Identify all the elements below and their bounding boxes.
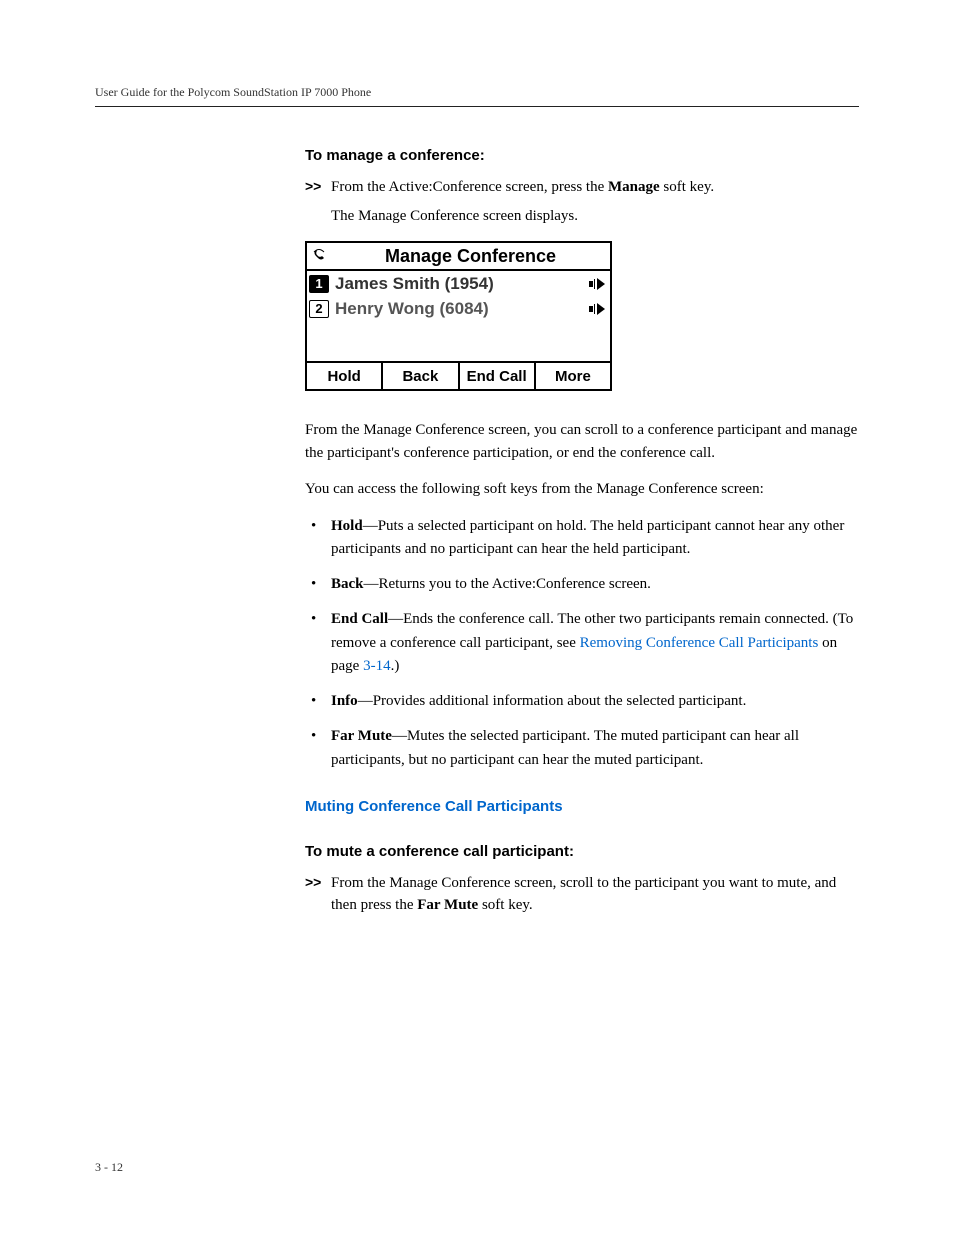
term: Info xyxy=(331,693,358,709)
softkey-name: Far Mute xyxy=(417,897,478,913)
softkey-hold: Hold xyxy=(307,363,383,389)
list-item: Hold—Puts a selected participant on hold… xyxy=(305,515,859,562)
step-text: From the Active:Conference screen, press… xyxy=(331,176,714,199)
list-item: End Call—Ends the conference call. The o… xyxy=(305,608,859,678)
phone-screen-figure: Manage Conference 1 James Smith (1954) 2 xyxy=(305,241,612,391)
softkey-name: Manage xyxy=(608,179,660,195)
softkey-row: Hold Back End Call More xyxy=(307,361,610,389)
bullet-list: Hold—Puts a selected participant on hold… xyxy=(305,515,859,772)
participant-index: 1 xyxy=(309,275,329,293)
softkey-end-call: End Call xyxy=(460,363,536,389)
participant-name: James Smith (1954) xyxy=(335,274,588,294)
step-continuation: The Manage Conference screen displays. xyxy=(331,205,859,228)
screen-title-row: Manage Conference xyxy=(307,243,610,271)
participant-index: 2 xyxy=(309,300,329,318)
softkey-more: More xyxy=(536,363,610,389)
definition: —Puts a selected participant on hold. Th… xyxy=(331,518,844,557)
participant-name: Henry Wong (6084) xyxy=(335,299,588,319)
step-chevrons-icon: >> xyxy=(305,872,331,893)
definition: —Provides additional information about t… xyxy=(358,693,747,709)
step-row: >> From the Active:Conference screen, pr… xyxy=(305,176,859,199)
text-fragment: From the Manage Conference screen, scrol… xyxy=(331,875,836,914)
text-fragment: soft key. xyxy=(660,179,714,195)
procedure-heading-2: To mute a conference call participant: xyxy=(305,843,859,860)
term: Back xyxy=(331,576,364,592)
text-fragment: From the Active:Conference screen, press… xyxy=(331,179,608,195)
document-page: User Guide for the Polycom SoundStation … xyxy=(0,0,954,1235)
header-rule xyxy=(95,106,859,107)
step-chevrons-icon: >> xyxy=(305,176,331,197)
term: Far Mute xyxy=(331,728,392,744)
text-fragment: soft key. xyxy=(478,897,532,913)
list-item: Back—Returns you to the Active:Conferenc… xyxy=(305,573,859,596)
step-row: >> From the Manage Conference screen, sc… xyxy=(305,872,859,917)
screen-empty-area xyxy=(307,321,610,361)
term: End Call xyxy=(331,611,388,627)
procedure-heading-1: To manage a conference: xyxy=(305,147,859,164)
main-content: To manage a conference: >> From the Acti… xyxy=(305,147,859,917)
page-number: 3 - 12 xyxy=(95,1160,123,1175)
participant-row: 1 James Smith (1954) xyxy=(307,271,610,296)
softkey-back: Back xyxy=(383,363,459,389)
cross-reference-link[interactable]: Removing Conference Call Participants xyxy=(580,635,819,651)
term: Hold xyxy=(331,518,363,534)
page-reference-link[interactable]: 3-14 xyxy=(363,658,391,674)
subsection-heading: Muting Conference Call Participants xyxy=(305,798,859,815)
running-header: User Guide for the Polycom SoundStation … xyxy=(95,85,859,100)
text-fragment: .) xyxy=(391,658,400,674)
definition: —Returns you to the Active:Conference sc… xyxy=(364,576,651,592)
screen-title: Manage Conference xyxy=(331,246,610,267)
list-item: Info—Provides additional information abo… xyxy=(305,690,859,713)
participant-row: 2 Henry Wong (6084) xyxy=(307,296,610,321)
handset-icon xyxy=(307,248,331,264)
body-paragraph: From the Manage Conference screen, you c… xyxy=(305,419,859,464)
speaker-icon xyxy=(588,277,606,291)
definition: —Mutes the selected participant. The mut… xyxy=(331,728,799,767)
step-text: From the Manage Conference screen, scrol… xyxy=(331,872,859,917)
speaker-icon xyxy=(588,302,606,316)
body-paragraph: You can access the following soft keys f… xyxy=(305,478,859,501)
list-item: Far Mute—Mutes the selected participant.… xyxy=(305,725,859,772)
